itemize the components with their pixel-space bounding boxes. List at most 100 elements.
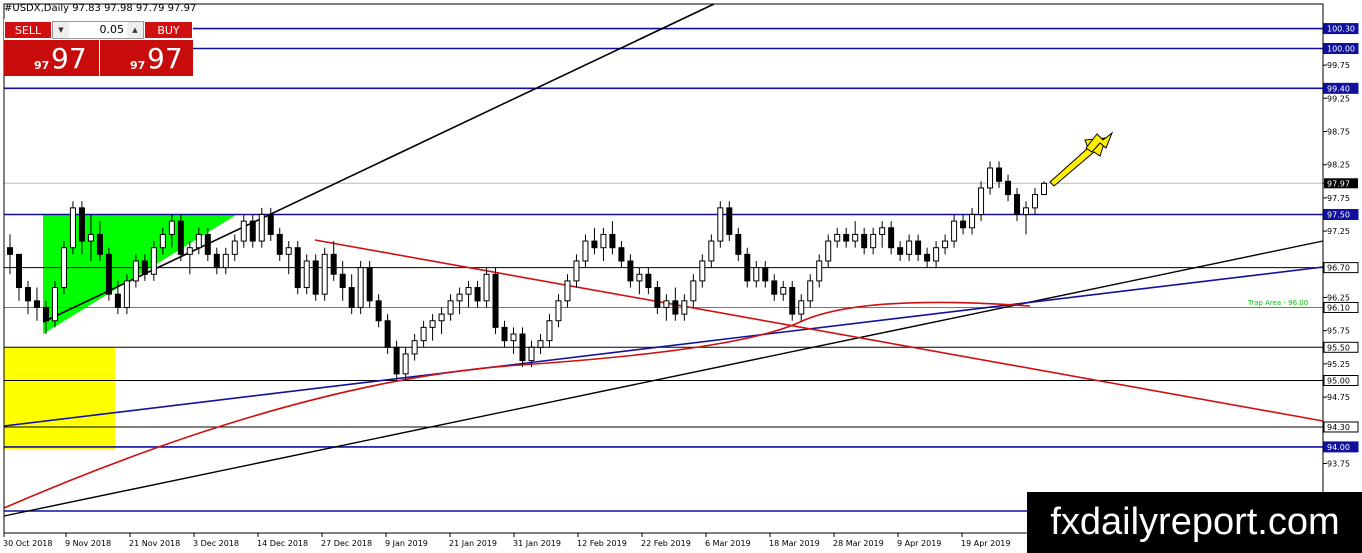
candle-body [222,253,229,269]
candle-body [987,167,994,189]
candle-body [339,273,346,289]
level-label: 95.50 [1327,343,1350,352]
candle-body [1005,180,1012,196]
candle-body [681,300,688,315]
candle-body [600,233,607,249]
buy-price-small: 97 [130,59,146,72]
price-chart[interactable]: 100.30 100.00 99.75 99.4099.25 98.75 98.25 97.… [0,0,1362,553]
candle-body [636,273,643,282]
level-label: 96.10 [1327,303,1350,312]
candle-body [60,247,67,289]
candle-body [303,260,310,289]
candle-body [240,220,247,242]
candle-body [789,287,796,315]
candle-body [51,287,58,322]
candle-body [177,220,184,255]
candle-body [456,293,463,302]
chevron-down-icon[interactable]: ▼ [53,22,69,38]
one-click-trade-panel: SELL ▼ 0.05 ▲ BUY 97 97 97 97 [4,19,193,76]
candle-body [834,233,841,242]
annotations: Trap Area - 96.00 [1049,131,1308,307]
candle-body [96,233,103,255]
candle-body [474,287,481,302]
buy-price-box[interactable]: 97 97 [100,40,193,76]
trend-line-blue [3,266,1324,427]
candle-body [591,240,598,249]
candle-body [447,300,454,315]
buy-button[interactable]: BUY [144,21,193,39]
candle-body [816,260,823,282]
candle-body [213,253,220,269]
candle-body [843,233,850,242]
candle-body [735,233,742,255]
candle-body [726,207,733,235]
candle-body [888,227,895,249]
candle-body [618,247,625,262]
yellow-zone [4,347,115,449]
candle-body [168,220,175,235]
candle-body [717,207,724,242]
candle-body [366,267,373,302]
x-tick-label: 31 Jan 2019 [513,539,561,548]
candle-body [969,214,976,229]
lot-size-stepper[interactable]: ▼ 0.05 ▲ [52,21,144,39]
candle-body [546,320,553,342]
candle-body [501,326,508,342]
x-tick-label: 18 Mar 2019 [769,539,820,548]
candle-body [915,240,922,255]
candle-body [645,273,652,289]
x-tick-label: 9 Apr 2019 [897,539,941,548]
x-tick-label: 12 Feb 2019 [577,539,627,548]
candle-body [159,233,166,249]
candle-body [897,247,904,255]
x-tick-label: 9 Nov 2018 [65,539,111,548]
candle-body [537,340,544,348]
candle-body [762,267,769,282]
level-label: 99.40 [1327,84,1350,93]
candle-body [204,233,211,255]
candle-body [564,280,571,302]
candle-body [780,287,787,295]
y-tick-label: 98.75 [1327,128,1350,137]
level-label: 100.30 [1327,25,1355,34]
candle-body [24,287,31,302]
candle-body [294,247,301,289]
x-tick-label: 6 Mar 2019 [705,539,751,548]
y-tick-label: 94.75 [1327,393,1350,402]
candle-body [312,260,319,295]
candle-body [771,280,778,295]
price-axis: 100.30 100.00 99.75 99.4099.25 98.75 98.25 97.… [1323,23,1359,502]
sell-price-big: 97 [51,42,87,75]
candle-body [438,313,445,322]
candle-body [951,220,958,242]
sell-price-small: 97 [34,59,50,72]
level-label: 97.50 [1327,211,1350,220]
candle-body [150,247,157,275]
candle-body [1032,194,1039,209]
candle-body [267,214,274,235]
lot-size-input[interactable]: 0.05 [69,22,127,38]
y-tick-label: 97.75 [1327,194,1350,203]
x-tick-label: 19 Apr 2019 [961,539,1010,548]
candle-body [510,333,517,342]
sell-price-box[interactable]: 97 97 [4,40,99,76]
candle-body [924,253,931,262]
x-tick-label: 21 Nov 2018 [129,539,180,548]
candle-body [870,233,877,249]
candle-body [87,233,94,242]
sell-button[interactable]: SELL [4,21,52,39]
candle-body [861,233,868,249]
candle-body [195,233,202,249]
candle-body [798,300,805,315]
chevron-up-icon[interactable]: ▲ [127,22,143,38]
candle-body [132,260,139,282]
moving-average-curve [3,301,1031,509]
candle-body [465,287,472,295]
candle-body [960,220,967,229]
candle-body [699,260,706,282]
x-tick-label: 22 Feb 2019 [641,539,691,548]
candle-body [879,227,886,235]
plot-border [3,3,1324,534]
candle-body [330,253,337,275]
x-tick-label: 27 Dec 2018 [321,539,372,548]
